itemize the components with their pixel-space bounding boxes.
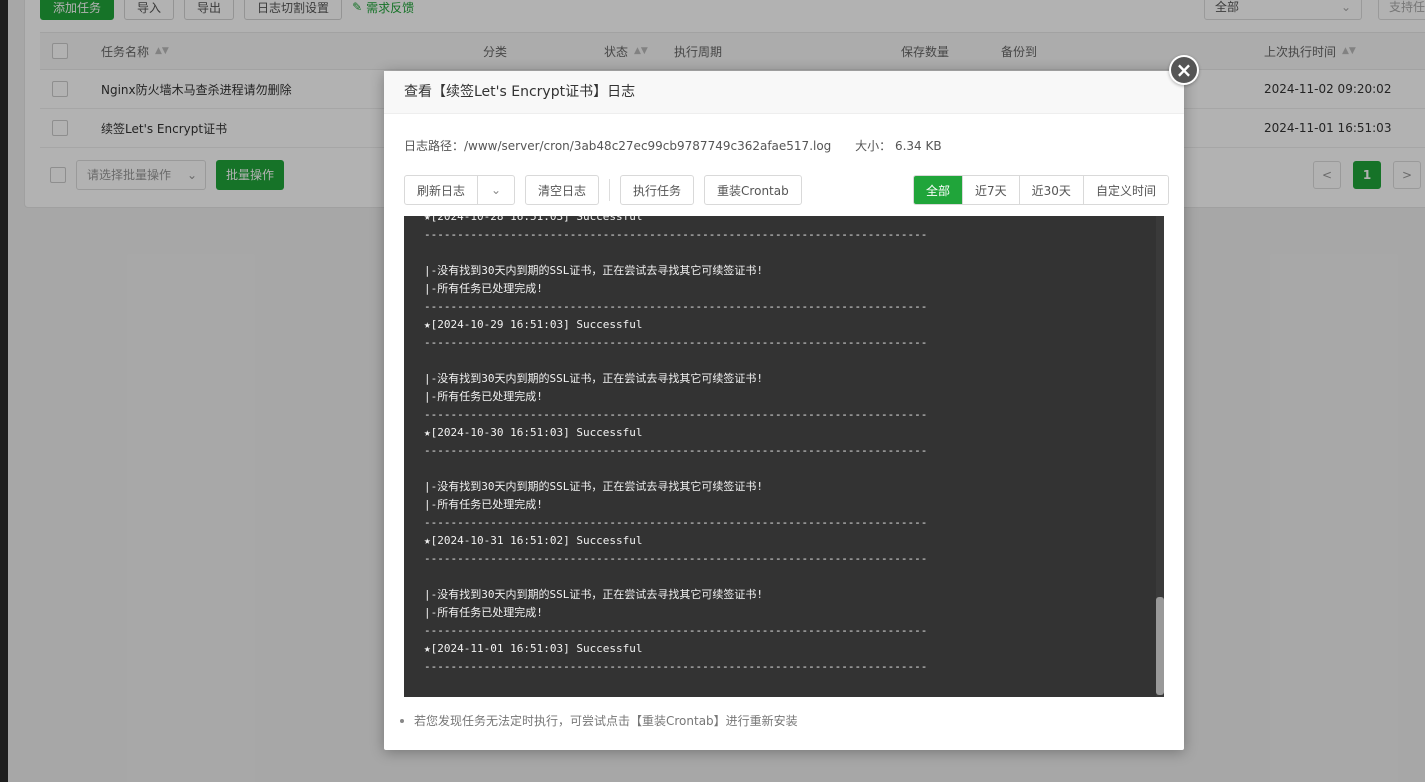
tip-line: 若您发现任务无法定时执行，可尝试点击【重装Crontab】进行重新安装	[400, 712, 798, 729]
log-content: ★[2024-10-28 16:51:03] Successful -------…	[424, 216, 927, 676]
reinstall-crontab-button[interactable]: 重装Crontab	[704, 175, 802, 205]
log-line: ★[2024-11-01 16:51:03] Successful	[424, 642, 643, 655]
log-line: ----------------------------------------…	[424, 516, 928, 529]
divider	[609, 179, 611, 201]
log-line: |-没有找到30天内到期的SSL证书，正在尝试去寻找其它可续签证书!	[424, 372, 763, 385]
log-line: ----------------------------------------…	[424, 300, 928, 313]
log-line: ----------------------------------------…	[424, 228, 928, 241]
tab-30-days[interactable]: 近30天	[1018, 176, 1083, 204]
refresh-log-split-button: 刷新日志 ⌄	[404, 175, 516, 205]
log-line: ★[2024-10-30 16:51:03] Successful	[424, 426, 643, 439]
log-line: |-所有任务已处理完成!	[424, 390, 543, 403]
log-line: ----------------------------------------…	[424, 444, 928, 457]
log-dialog: 查看【续签Let's Encrypt证书】日志 日志路径：/www/server…	[384, 71, 1184, 750]
log-scrollbar-thumb[interactable]	[1156, 597, 1164, 695]
log-line: ★[2024-10-29 16:51:03] Successful	[424, 318, 643, 331]
log-line: ★[2024-10-28 16:51:03] Successful	[424, 216, 643, 223]
log-line: |-没有找到30天内到期的SSL证书，正在尝试去寻找其它可续签证书!	[424, 264, 763, 277]
log-line: ----------------------------------------…	[424, 660, 928, 673]
log-path: 日志路径：/www/server/cron/3ab48c27ec99cb9787…	[404, 139, 832, 153]
tab-custom-time[interactable]: 自定义时间	[1082, 176, 1168, 204]
tip-text: 若您发现任务无法定时执行，可尝试点击【重装Crontab】进行重新安装	[414, 714, 798, 728]
log-line: |-所有任务已处理完成!	[424, 606, 543, 619]
chevron-down-icon[interactable]: ⌄	[478, 176, 514, 204]
time-range-tabs: 全部 近7天 近30天 自定义时间	[913, 175, 1169, 205]
log-line: ★[2024-10-31 16:51:02] Successful	[424, 534, 643, 547]
bullet-icon	[400, 718, 404, 723]
log-line: |-所有任务已处理完成!	[424, 498, 543, 511]
log-size: 大小： 6.34 KB	[855, 139, 942, 153]
log-line: ----------------------------------------…	[424, 552, 928, 565]
log-viewer[interactable]: ★[2024-10-28 16:51:03] Successful -------…	[404, 216, 1164, 697]
log-line: ----------------------------------------…	[424, 408, 928, 421]
clear-log-button[interactable]: 清空日志	[525, 175, 600, 205]
close-dialog-button[interactable]: ×	[1169, 55, 1199, 85]
log-line: |-所有任务已处理完成!	[424, 282, 543, 295]
dialog-title: 查看【续签Let's Encrypt证书】日志	[384, 71, 1184, 114]
log-scrollbar[interactable]	[1156, 216, 1164, 697]
log-line: ----------------------------------------…	[424, 624, 928, 637]
log-line: |-没有找到30天内到期的SSL证书，正在尝试去寻找其它可续签证书!	[424, 480, 763, 493]
run-task-button[interactable]: 执行任务	[620, 175, 695, 205]
tab-7-days[interactable]: 近7天	[962, 176, 1019, 204]
log-line: |-没有找到30天内到期的SSL证书，正在尝试去寻找其它可续签证书!	[424, 588, 763, 601]
close-icon: ×	[1171, 57, 1197, 83]
refresh-log-button[interactable]: 刷新日志	[405, 176, 479, 204]
tab-all[interactable]: 全部	[914, 176, 963, 204]
log-line: ----------------------------------------…	[424, 336, 928, 349]
log-actions: 刷新日志 ⌄ 清空日志 执行任务 重装Crontab	[404, 175, 802, 205]
log-path-info: 日志路径：/www/server/cron/3ab48c27ec99cb9787…	[404, 137, 942, 154]
